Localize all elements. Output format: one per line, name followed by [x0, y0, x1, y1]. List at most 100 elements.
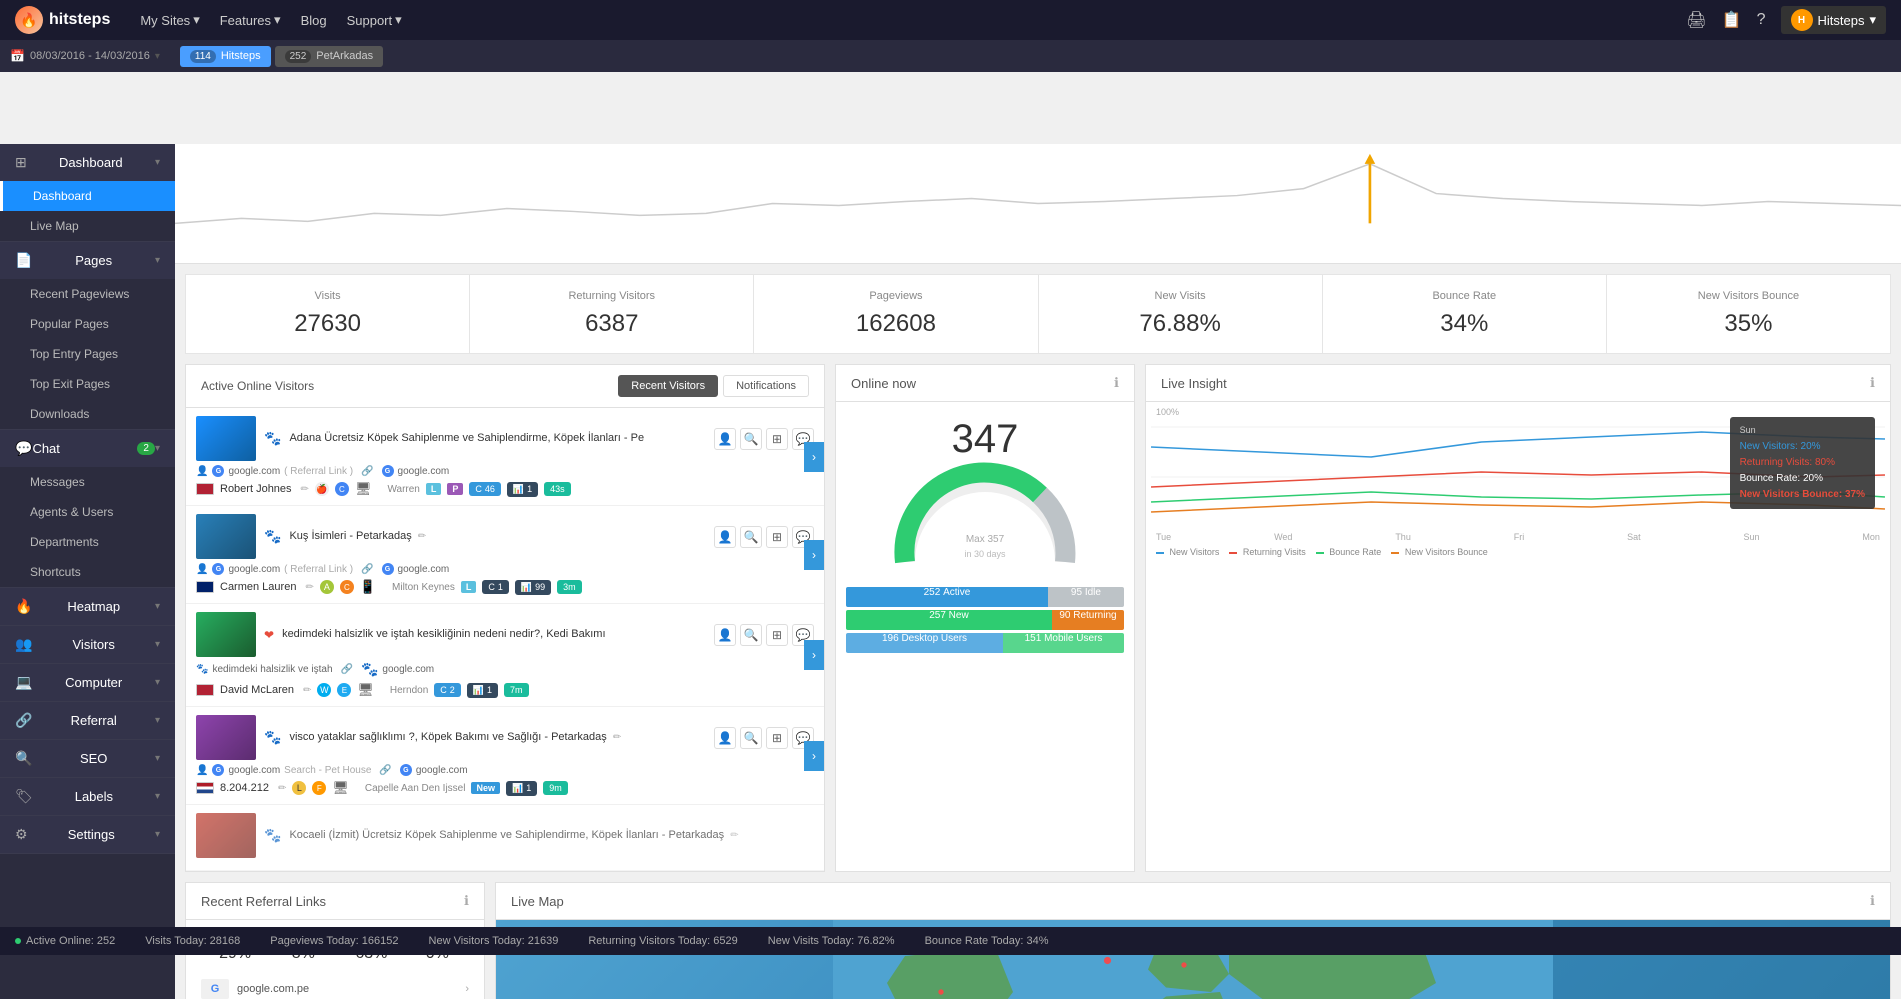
tab-petarkadas[interactable]: 252 PetArkadas: [275, 46, 384, 67]
bookmark-icon[interactable]: 📋: [1722, 10, 1742, 30]
tab-recent-visitors[interactable]: Recent Visitors: [618, 375, 718, 397]
sidebar-header-referral[interactable]: 🔗 Referral ▾: [0, 702, 175, 739]
visitor-expand-arrow-v2[interactable]: ›: [804, 540, 824, 570]
info-icon-insight[interactable]: ℹ: [1870, 375, 1875, 391]
info-icon-map[interactable]: ℹ: [1870, 893, 1875, 909]
help-icon[interactable]: ?: [1757, 11, 1766, 29]
visitor-user-icon-v4[interactable]: 👤: [714, 727, 736, 749]
visitor-page-title-v2[interactable]: Kuş İsimleri - Petarkadaş ✏: [289, 529, 706, 544]
status-active-online: Active Online: 252: [15, 935, 115, 947]
sidebar-header-seo[interactable]: 🔍 SEO ▾: [0, 740, 175, 777]
page-edit-icon-v5[interactable]: ✏: [730, 830, 738, 841]
sidebar-item-recent-pageviews[interactable]: Recent Pageviews: [0, 279, 175, 309]
sidebar-item-dashboard[interactable]: Dashboard: [0, 181, 175, 211]
info-icon-referral[interactable]: ℹ: [464, 893, 469, 909]
sidebar-header-heatmap[interactable]: 🔥 Heatmap ▾: [0, 588, 175, 625]
visitor-grid-icon-v3[interactable]: ⊞: [766, 624, 788, 646]
gauge-container: 347 Max 357 in 30 days: [836, 402, 1134, 587]
online-now-panel: Online now ℹ 347 Max 357 in 30 days: [835, 364, 1135, 872]
nav-my-sites[interactable]: My Sites ▾: [140, 12, 199, 28]
chevron-labels-icon: ▾: [155, 791, 160, 802]
visitor-expand-arrow-v4[interactable]: ›: [804, 741, 824, 771]
tab-hitsteps[interactable]: 114 Hitsteps: [180, 46, 271, 67]
sidebar-header-settings[interactable]: ⚙ Settings ▾: [0, 816, 175, 853]
sidebar-item-downloads[interactable]: Downloads: [0, 399, 175, 429]
new-returning-bar: 257 New 90 Returning: [846, 610, 1124, 630]
visitor-search-icon-v2[interactable]: 🔍: [740, 526, 762, 548]
sidebar-item-top-exit[interactable]: Top Exit Pages: [0, 369, 175, 399]
chevron-computer-icon: ▾: [155, 677, 160, 688]
sidebar-item-popular-pages[interactable]: Popular Pages: [0, 309, 175, 339]
page-edit-icon-v4[interactable]: ✏: [613, 732, 621, 743]
sidebar-item-shortcuts[interactable]: Shortcuts: [0, 557, 175, 587]
edit-icon-v3[interactable]: ✏: [303, 685, 311, 696]
badge-l-v1: L: [426, 483, 442, 495]
visitor-user-icon-v3[interactable]: 👤: [714, 624, 736, 646]
visitor-page-title-v5[interactable]: Kocaeli (İzmit) Ücretsiz Köpek Sahiplenm…: [289, 828, 814, 843]
visitor-grid-icon-v4[interactable]: ⊞: [766, 727, 788, 749]
page-edit-icon[interactable]: ✏: [418, 531, 426, 542]
chevron-settings-icon: ▾: [155, 829, 160, 840]
ref-arrow-icon: ›: [465, 983, 469, 995]
visitor-page-title-v4[interactable]: visco yataklar sağlıklımı ?, Köpek Bakım…: [289, 730, 706, 745]
sidebar-header-pages[interactable]: 📄 Pages ▾: [0, 242, 175, 279]
sidebar-header-chat[interactable]: 💬 Chat 2 ▾: [0, 430, 175, 467]
visitor-grid-icon-v2[interactable]: ⊞: [766, 526, 788, 548]
edit-icon-v2[interactable]: ✏: [305, 582, 313, 593]
idle-label: 95 Idle: [1048, 587, 1124, 598]
sidebar-header-dashboard[interactable]: ⊞ Dashboard ▾: [0, 144, 175, 181]
nav-blog[interactable]: Blog: [301, 13, 327, 28]
new-bar: 257 New: [846, 610, 1052, 630]
visitor-user-icon-v2[interactable]: 👤: [714, 526, 736, 548]
sidebar-item-top-entry[interactable]: Top Entry Pages: [0, 339, 175, 369]
dashboard-icon: ⊞: [15, 154, 27, 171]
visitor-user-icon[interactable]: 👤: [714, 428, 736, 450]
logo[interactable]: 🔥 hitsteps: [15, 6, 110, 34]
print-icon[interactable]: 🖨: [1686, 10, 1706, 30]
sidebar-item-messages[interactable]: Messages: [0, 467, 175, 497]
gauge-chart: Max 357 in 30 days: [885, 462, 1085, 572]
visitor-top-v3: ❤ kedimdeki halsizlik ve iştah kesikliği…: [196, 612, 814, 657]
edit-icon[interactable]: ✏: [301, 484, 309, 495]
visitor-search-icon-v4[interactable]: 🔍: [740, 727, 762, 749]
time-v1: 43s: [544, 482, 571, 496]
badge-p-v1: P: [447, 483, 463, 495]
active-dot: [15, 938, 21, 944]
visitor-search-icon-v3[interactable]: 🔍: [740, 624, 762, 646]
sidebar-section-pages: 📄 Pages ▾ Recent Pageviews Popular Pages…: [0, 242, 175, 430]
chat-icon: 💬: [15, 440, 32, 457]
nav-support[interactable]: Support ▾: [347, 12, 402, 28]
sidebar-header-computer[interactable]: 💻 Computer ▾: [0, 664, 175, 701]
active-idle-bar: 252 Active 95 Idle: [846, 587, 1124, 607]
sidebar-item-departments[interactable]: Departments: [0, 527, 175, 557]
nav-features[interactable]: Features ▾: [220, 12, 281, 28]
user-menu[interactable]: H Hitsteps ▾: [1781, 6, 1887, 34]
google-dest-icon: G: [382, 465, 394, 477]
info-icon-online[interactable]: ℹ: [1114, 375, 1119, 391]
visitor-expand-arrow[interactable]: ›: [804, 442, 824, 472]
sidebar-item-agents-users[interactable]: Agents & Users: [0, 497, 175, 527]
visitor-search-icon[interactable]: 🔍: [740, 428, 762, 450]
visitor-page-title-v3[interactable]: kedimdeki halsizlik ve iştah kesikliğini…: [282, 627, 706, 642]
sidebar-header-labels[interactable]: 🏷 Labels ▾: [0, 778, 175, 815]
returning-label: 90 Returning: [1052, 610, 1124, 621]
visitor-expand-arrow-v3[interactable]: ›: [804, 640, 824, 670]
visitor-meta-v2: Carmen Lauren ✏ A C 📱 Milton Keynes L C …: [196, 579, 814, 595]
source-type-icon-v4: 👤: [196, 765, 208, 776]
visitor-grid-icon[interactable]: ⊞: [766, 428, 788, 450]
sidebar-item-livemap[interactable]: Live Map: [0, 211, 175, 241]
desktop-mobile-bar: 196 Desktop Users 151 Mobile Users: [846, 633, 1124, 653]
stat-visits: Visits 27630: [185, 274, 469, 354]
source-paw-icon: 🐾: [196, 664, 208, 675]
visitor-thumbnail-v2: [196, 514, 256, 559]
visitor-meta-v4: 8.204.212 ✏ L F 🖥 Capelle Aan Den Ijssel…: [196, 780, 814, 796]
referral-link-row[interactable]: G google.com.pe ›: [186, 973, 484, 999]
date-range[interactable]: 08/03/2016 - 14/03/2016: [30, 50, 150, 62]
tab-notifications[interactable]: Notifications: [723, 375, 809, 397]
visitor-row: 🐾 Kuş İsimleri - Petarkadaş ✏ 👤 🔍 ⊞ 💬: [186, 506, 824, 604]
edit-icon-v4[interactable]: ✏: [278, 783, 286, 794]
visitor-source-v3: 🐾 kedimdeki halsizlik ve iştah 🔗 🐾 googl…: [196, 661, 814, 678]
desktop-bar: 196 Desktop Users: [846, 633, 1003, 653]
sidebar-header-visitors[interactable]: 👥 Visitors ▾: [0, 626, 175, 663]
visitor-page-title[interactable]: Adana Ücretsiz Köpek Sahiplenme ve Sahip…: [289, 431, 706, 446]
